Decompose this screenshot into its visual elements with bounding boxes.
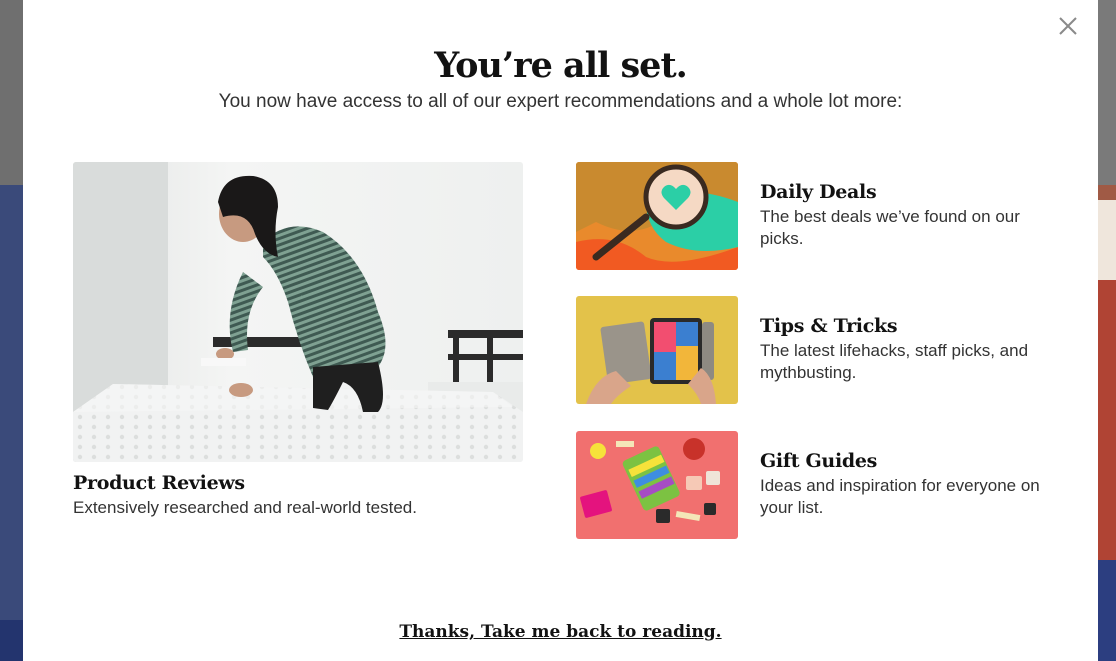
backdrop-left-strip <box>0 0 23 661</box>
tips-tricks-card: Tips & Tricks The latest lifehacks, staf… <box>576 296 1076 406</box>
close-icon[interactable] <box>1057 15 1079 37</box>
close-button[interactable] <box>1057 15 1079 37</box>
gift-guides-description: Ideas and inspiration for everyone on yo… <box>760 476 1040 517</box>
backdrop-right-strip <box>1096 0 1116 661</box>
product-reviews-image <box>73 162 523 462</box>
back-to-reading-link[interactable]: Thanks, Take me back to reading. <box>23 622 1098 642</box>
tips-tricks-title: Tips & Tricks <box>760 315 898 337</box>
gift-guides-card: Gift Guides Ideas and inspiration for ev… <box>576 431 1076 541</box>
tips-tricks-image <box>576 296 738 404</box>
daily-deals-image <box>576 162 738 270</box>
product-reviews-card: Product Reviews Extensively researched a… <box>73 162 523 519</box>
welcome-modal: You’re all set. You now have access to a… <box>23 0 1098 661</box>
daily-deals-title: Daily Deals <box>760 181 877 203</box>
gift-guides-image <box>576 431 738 539</box>
modal-subtitle: You now have access to all of our expert… <box>218 91 903 112</box>
tips-tricks-description: The latest lifehacks, staff picks, and m… <box>760 341 1029 382</box>
daily-deals-card: Daily Deals The best deals we’ve found o… <box>576 162 1076 272</box>
modal-title: You’re all set. <box>434 45 688 86</box>
daily-deals-description: The best deals we’ve found on our picks. <box>760 207 1020 248</box>
product-reviews-title: Product Reviews <box>73 472 245 494</box>
gift-guides-title: Gift Guides <box>760 450 878 472</box>
product-reviews-description: Extensively researched and real-world te… <box>73 498 417 517</box>
